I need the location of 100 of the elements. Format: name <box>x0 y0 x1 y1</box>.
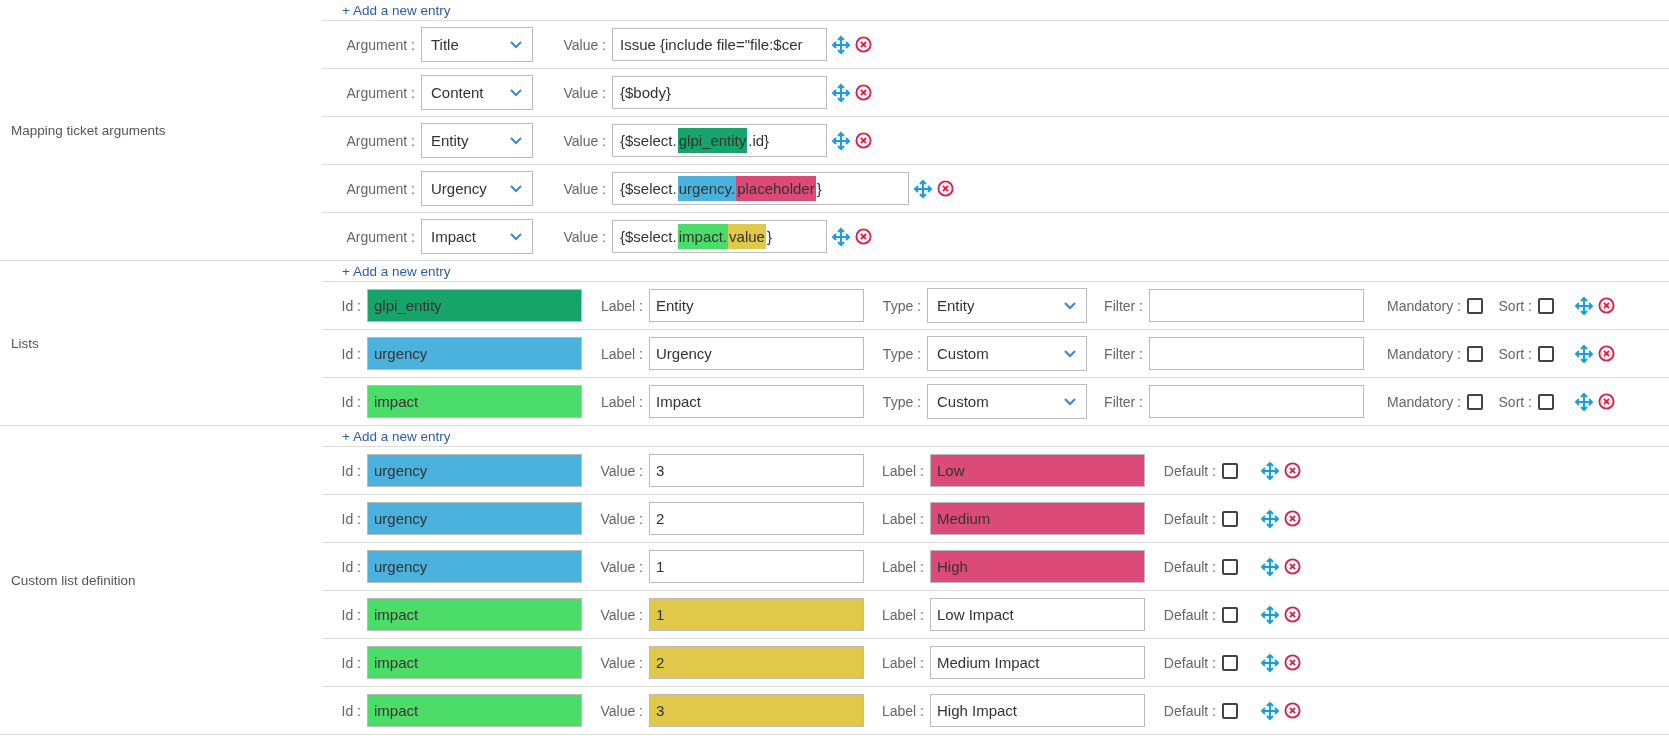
input-field[interactable]: {$select.urgency.placeholder} <box>612 172 909 205</box>
move-icon[interactable] <box>1260 508 1280 529</box>
move-icon[interactable] <box>1574 391 1594 412</box>
remove-icon[interactable] <box>1284 702 1301 719</box>
remove-icon[interactable] <box>1598 345 1615 362</box>
select-field[interactable]: Custom <box>927 384 1087 419</box>
input-field[interactable]: Issue {include file="file:$cer <box>612 28 827 61</box>
input-field[interactable] <box>1149 385 1364 418</box>
input-field[interactable]: 3 <box>649 694 864 727</box>
field-label: Id : <box>340 654 362 671</box>
field-label: Label : <box>599 345 644 362</box>
select-field[interactable]: Title <box>421 27 533 62</box>
input-field[interactable]: impact <box>367 646 582 679</box>
checkbox[interactable] <box>1538 345 1554 362</box>
field-label: Id : <box>340 297 362 314</box>
checkbox[interactable] <box>1467 297 1483 314</box>
move-icon[interactable] <box>1574 295 1594 316</box>
remove-icon[interactable] <box>855 84 872 101</box>
input-field[interactable]: Urgency <box>649 337 864 370</box>
input-field[interactable]: {$body} <box>612 76 827 109</box>
add-entry-link[interactable]: + Add a new entry <box>342 2 451 18</box>
checkbox[interactable] <box>1222 606 1238 623</box>
move-icon[interactable] <box>913 178 933 199</box>
field-label: Value : <box>562 180 607 197</box>
select-field[interactable]: Custom <box>927 336 1087 371</box>
field-label: Id : <box>340 606 362 623</box>
select-field[interactable]: Urgency <box>421 171 533 206</box>
select-field[interactable]: Entity <box>421 123 533 158</box>
move-icon[interactable] <box>831 226 851 247</box>
field-label: Id : <box>340 462 362 479</box>
move-icon[interactable] <box>831 130 851 151</box>
input-field[interactable]: Entity <box>649 289 864 322</box>
input-field[interactable]: glpi_entity <box>367 289 582 322</box>
checkbox[interactable] <box>1222 462 1238 479</box>
move-icon[interactable] <box>1260 652 1280 673</box>
remove-icon[interactable] <box>1284 462 1301 479</box>
field-label: Filter : <box>1103 345 1144 362</box>
move-icon[interactable] <box>1260 460 1280 481</box>
field-label: Value : <box>599 558 644 575</box>
remove-icon[interactable] <box>1284 606 1301 623</box>
input-field[interactable]: 1 <box>649 598 864 631</box>
field-label: Value : <box>562 36 607 53</box>
remove-icon[interactable] <box>937 180 954 197</box>
field-label: Id : <box>340 558 362 575</box>
chevron-down-icon <box>1064 301 1076 310</box>
field-label: Label : <box>599 393 644 410</box>
input-field[interactable]: Medium Impact <box>930 646 1145 679</box>
checkbox[interactable] <box>1538 393 1554 410</box>
field-label: Mandatory : <box>1386 393 1462 410</box>
field-label: Default : <box>1162 606 1217 623</box>
select-field[interactable]: Impact <box>421 219 533 254</box>
input-field[interactable]: 1 <box>649 550 864 583</box>
checkbox[interactable] <box>1222 510 1238 527</box>
remove-icon[interactable] <box>855 132 872 149</box>
remove-icon[interactable] <box>855 36 872 53</box>
input-field[interactable]: Impact <box>649 385 864 418</box>
checkbox[interactable] <box>1222 702 1238 719</box>
remove-icon[interactable] <box>1598 297 1615 314</box>
checkbox[interactable] <box>1222 654 1238 671</box>
remove-icon[interactable] <box>1598 393 1615 410</box>
move-icon[interactable] <box>1260 556 1280 577</box>
move-icon[interactable] <box>1574 343 1594 364</box>
input-field[interactable]: 2 <box>649 502 864 535</box>
input-field[interactable]: impact <box>367 385 582 418</box>
input-field[interactable]: {$select.glpi_entity.id} <box>612 124 827 157</box>
checkbox[interactable] <box>1467 345 1483 362</box>
move-icon[interactable] <box>1260 604 1280 625</box>
input-field[interactable]: High Impact <box>930 694 1145 727</box>
input-field[interactable]: Low Impact <box>930 598 1145 631</box>
field-label: Value : <box>599 606 644 623</box>
move-icon[interactable] <box>831 82 851 103</box>
select-field[interactable]: Entity <box>927 288 1087 323</box>
field-label: Default : <box>1162 558 1217 575</box>
input-field[interactable]: urgency <box>367 337 582 370</box>
input-field[interactable]: 2 <box>649 646 864 679</box>
select-field[interactable]: Content <box>421 75 533 110</box>
field-label: Argument : <box>345 228 416 245</box>
checkbox[interactable] <box>1467 393 1483 410</box>
input-field[interactable]: 3 <box>649 454 864 487</box>
input-field[interactable]: impact <box>367 694 582 727</box>
input-field[interactable] <box>1149 289 1364 322</box>
add-entry-link[interactable]: + Add a new entry <box>342 263 451 279</box>
move-icon[interactable] <box>831 34 851 55</box>
input-field[interactable]: impact <box>367 598 582 631</box>
checkbox[interactable] <box>1538 297 1554 314</box>
add-entry-link[interactable]: + Add a new entry <box>342 428 451 444</box>
input-field[interactable]: urgency <box>367 454 582 487</box>
move-icon[interactable] <box>1260 700 1280 721</box>
checkbox[interactable] <box>1222 558 1238 575</box>
field-label: Default : <box>1162 510 1217 527</box>
remove-icon[interactable] <box>1284 654 1301 671</box>
remove-icon[interactable] <box>855 228 872 245</box>
field-label: Mandatory : <box>1386 345 1462 362</box>
input-field[interactable] <box>1149 337 1364 370</box>
input-field[interactable]: {$select.impact.value} <box>612 220 827 253</box>
remove-icon[interactable] <box>1284 510 1301 527</box>
input-field[interactable]: urgency <box>367 550 582 583</box>
input-field[interactable]: urgency <box>367 502 582 535</box>
field-label: Argument : <box>345 180 416 197</box>
remove-icon[interactable] <box>1284 558 1301 575</box>
